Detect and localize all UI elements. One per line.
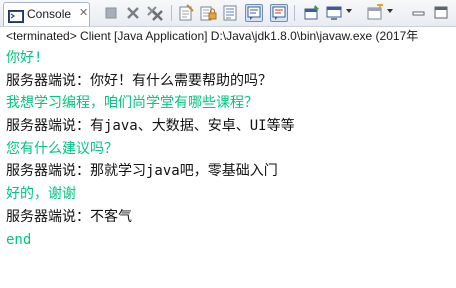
console-input-line: 我想学习编程，咱们尚学堂有哪些课程？	[6, 95, 258, 112]
chevron-down-icon[interactable]	[387, 9, 393, 13]
display-selected-console-icon[interactable]	[325, 4, 343, 22]
terminate-icon[interactable]	[102, 4, 120, 22]
remove-all-icon[interactable]	[146, 4, 164, 22]
console-output[interactable]: 你好! 服务器端说：你好！有什么需要帮助的吗？ 我想学习编程，咱们尚学堂有哪些课程？…	[0, 47, 456, 288]
console-input-line: 您有什么建议吗？	[6, 140, 118, 157]
toolbar-separator	[171, 5, 172, 21]
launch-status-line: <terminated> Client [Java Application] D…	[0, 27, 456, 47]
word-wrap-icon[interactable]	[221, 4, 239, 22]
remove-launch-icon[interactable]	[124, 4, 142, 22]
pin-console-icon[interactable]	[303, 4, 321, 22]
show-on-stdout-icon[interactable]	[245, 4, 263, 22]
console-icon	[8, 8, 24, 23]
console-input-line: 你好!	[6, 50, 43, 66]
maximize-icon[interactable]	[432, 4, 450, 22]
scroll-lock-icon[interactable]	[199, 4, 217, 22]
console-output-line: 服务器端说：你好！有什么需要帮助的吗？	[6, 72, 272, 89]
chevron-down-icon[interactable]	[346, 9, 352, 13]
console-output-line: 服务器端说：有java、大数据、安卓、UI等等	[6, 118, 295, 135]
console-toolbar: Console ✕	[0, 0, 456, 27]
open-console-icon[interactable]	[366, 4, 384, 22]
show-on-stderr-icon[interactable]	[270, 4, 288, 22]
tab-console-label: Console	[27, 7, 72, 21]
toolbar-separator	[294, 5, 295, 21]
console-input-line: 好的，谢谢	[6, 186, 76, 203]
close-icon[interactable]: ✕	[79, 6, 88, 19]
console-output-line: 服务器端说：不客气	[6, 208, 132, 225]
console-output-line: 服务器端说：那就学习java吧，零基础入门	[6, 163, 278, 180]
minimize-icon[interactable]	[410, 4, 428, 22]
console-input-line: end	[6, 231, 32, 248]
clear-console-icon[interactable]	[177, 4, 195, 22]
tab-console[interactable]: Console ✕	[3, 2, 90, 26]
